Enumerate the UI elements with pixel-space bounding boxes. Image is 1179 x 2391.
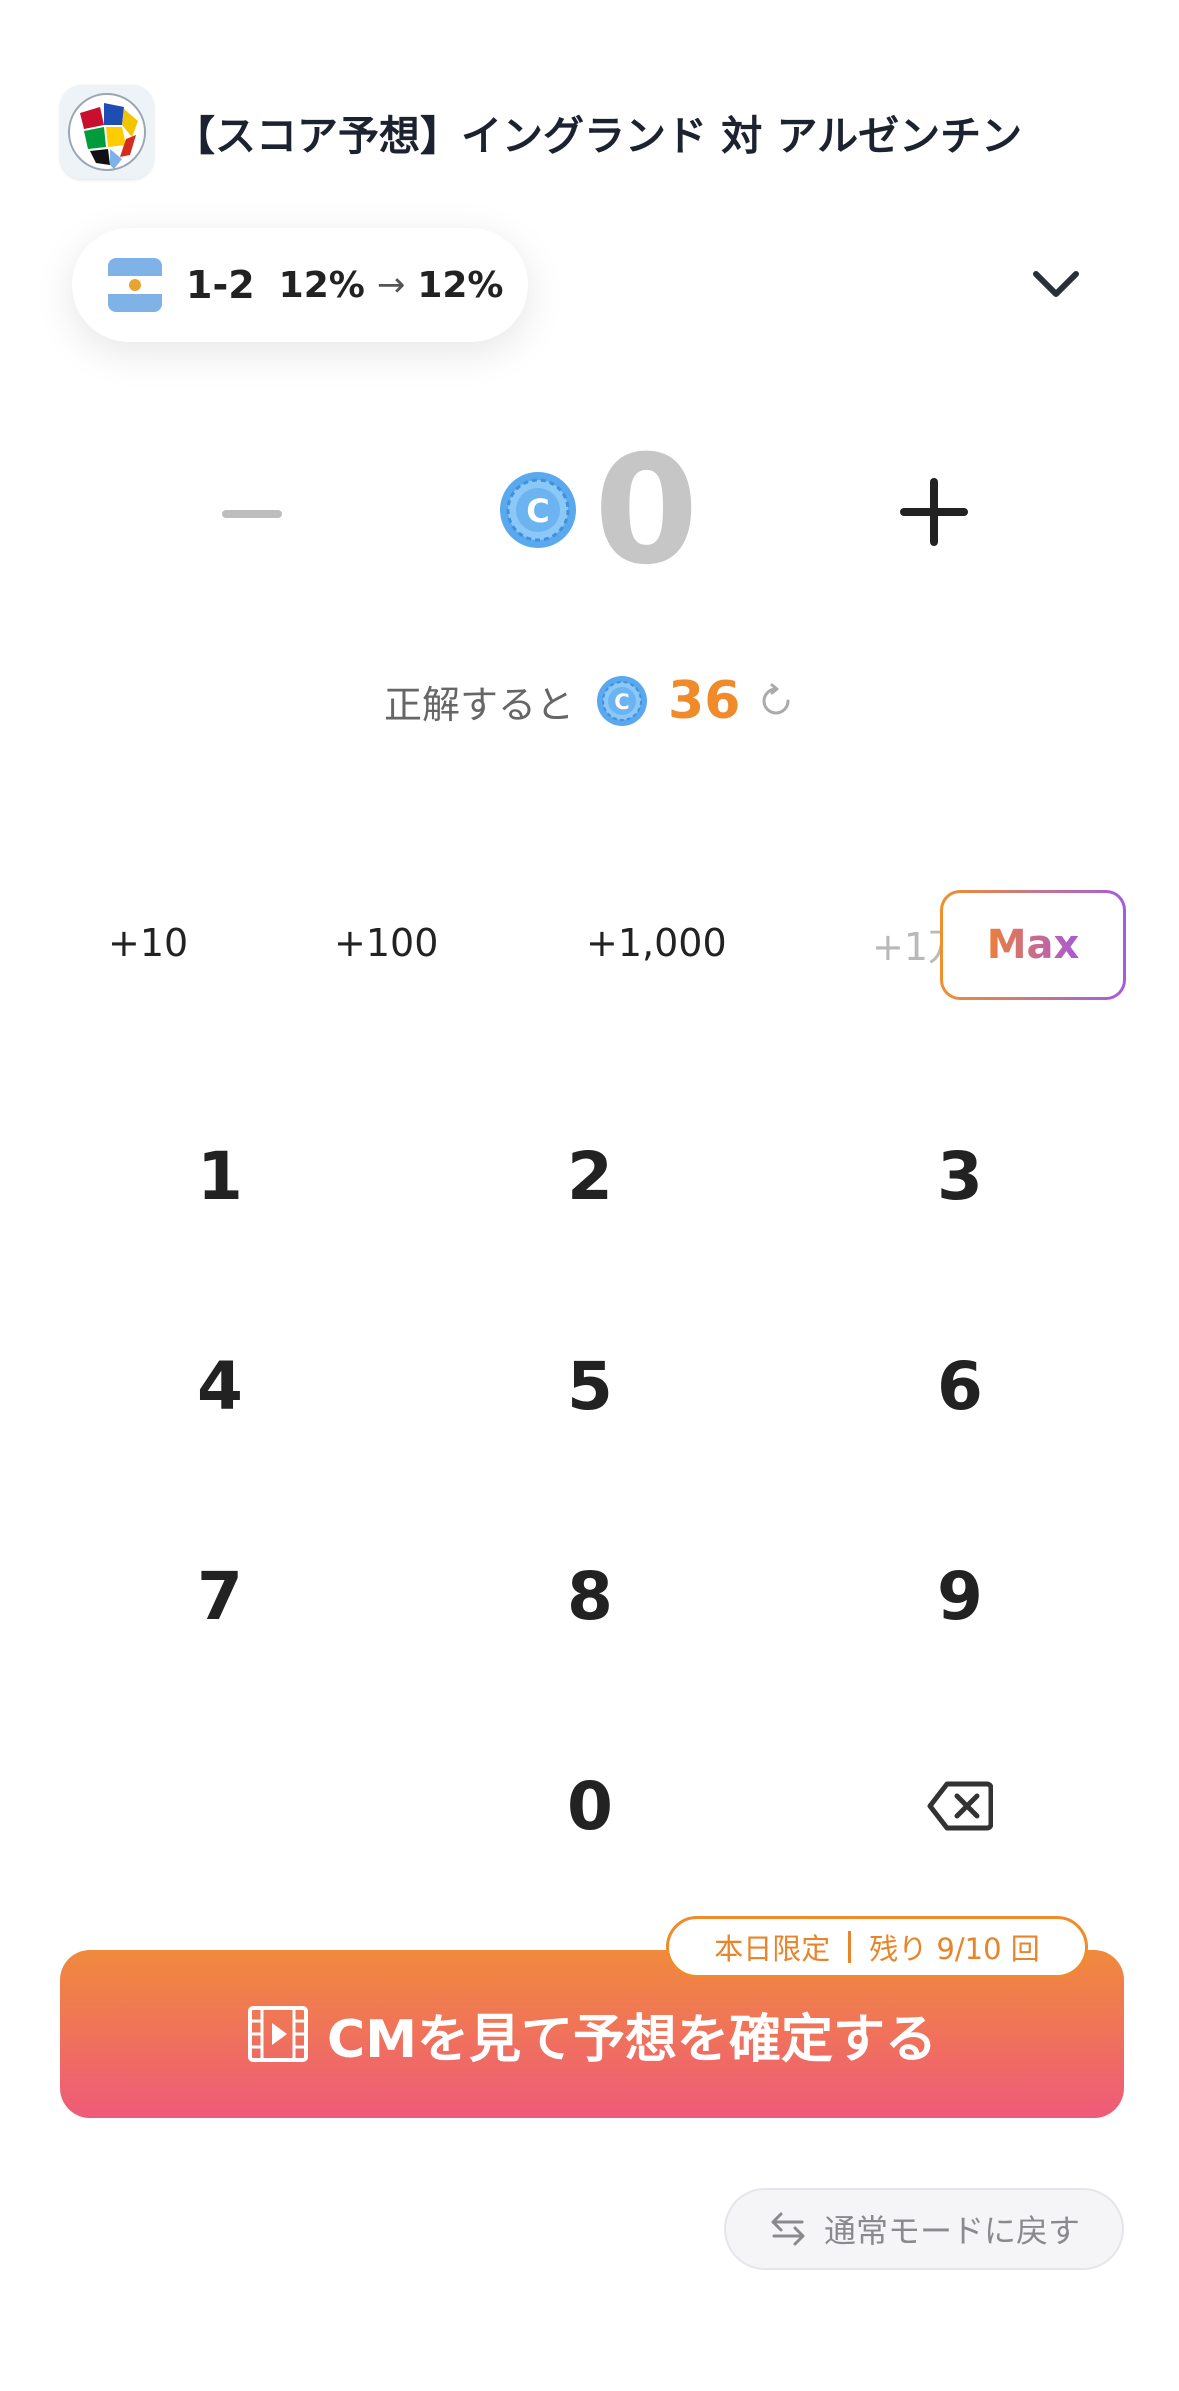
key-2[interactable]: 2 [460,1116,720,1236]
svg-text:C: C [614,690,629,714]
back-to-normal-mode-button[interactable]: 通常モードに戻す [724,2188,1124,2270]
normal-mode-label: 通常モードに戻す [823,2212,1080,2250]
cta-label: CMを見て予想を確定する [327,2009,937,2070]
argentina-flag-icon [108,258,162,312]
bet-amount: 0 [594,424,699,598]
key-3[interactable]: 3 [830,1116,1090,1236]
reward-value: 36 [668,671,741,731]
quick-add-1000[interactable]: +1,000 [586,888,727,998]
badge-divider [848,1931,852,1963]
video-icon [248,2006,309,2062]
backspace-icon [927,1781,993,1831]
svg-text:C: C [526,492,549,530]
coin-icon: C [500,472,576,548]
page-title: 【スコア予想】イングランド 対 アルゼンチン [174,112,1023,160]
predicted-score: 1-2 [186,263,255,307]
key-4[interactable]: 4 [90,1326,350,1446]
prediction-pill[interactable]: 1-2 12% → 12% [72,228,528,342]
key-0[interactable]: 0 [460,1746,720,1866]
key-7[interactable]: 7 [90,1536,350,1656]
reward-label: 正解すると [384,682,575,727]
key-8[interactable]: 8 [460,1536,720,1656]
limit-badge: 本日限定 残り 9/10 回 [666,1916,1088,1978]
quick-add-100[interactable]: +100 [334,888,438,998]
coin-icon: C [597,676,648,726]
quick-add-10[interactable]: +10 [108,888,188,998]
reward-line: 正解すると C 36 [384,666,794,736]
header: 【スコア予想】イングランド 対 アルゼンチン [60,84,1120,180]
max-button[interactable]: Max [940,890,1126,1000]
plus-button[interactable] [900,478,968,546]
key-5[interactable]: 5 [460,1326,720,1446]
odds-from: 12% [278,264,365,306]
badge-daily-limit: 本日限定 [714,1932,831,1966]
soccer-ball-flags-icon [60,85,154,179]
arrow-right-icon: → [376,265,406,305]
swap-arrows-icon [771,2212,805,2246]
key-6[interactable]: 6 [830,1326,1090,1446]
max-label: Max [986,922,1080,968]
chevron-down-icon[interactable] [1030,264,1082,304]
badge-remaining: 残り 9/10 回 [869,1932,1040,1966]
key-9[interactable]: 9 [830,1536,1090,1656]
key-1[interactable]: 1 [90,1116,350,1236]
backspace-button[interactable] [830,1746,1090,1866]
odds-to: 12% [417,264,504,306]
minus-button[interactable] [222,510,282,518]
refresh-icon[interactable] [758,683,794,719]
